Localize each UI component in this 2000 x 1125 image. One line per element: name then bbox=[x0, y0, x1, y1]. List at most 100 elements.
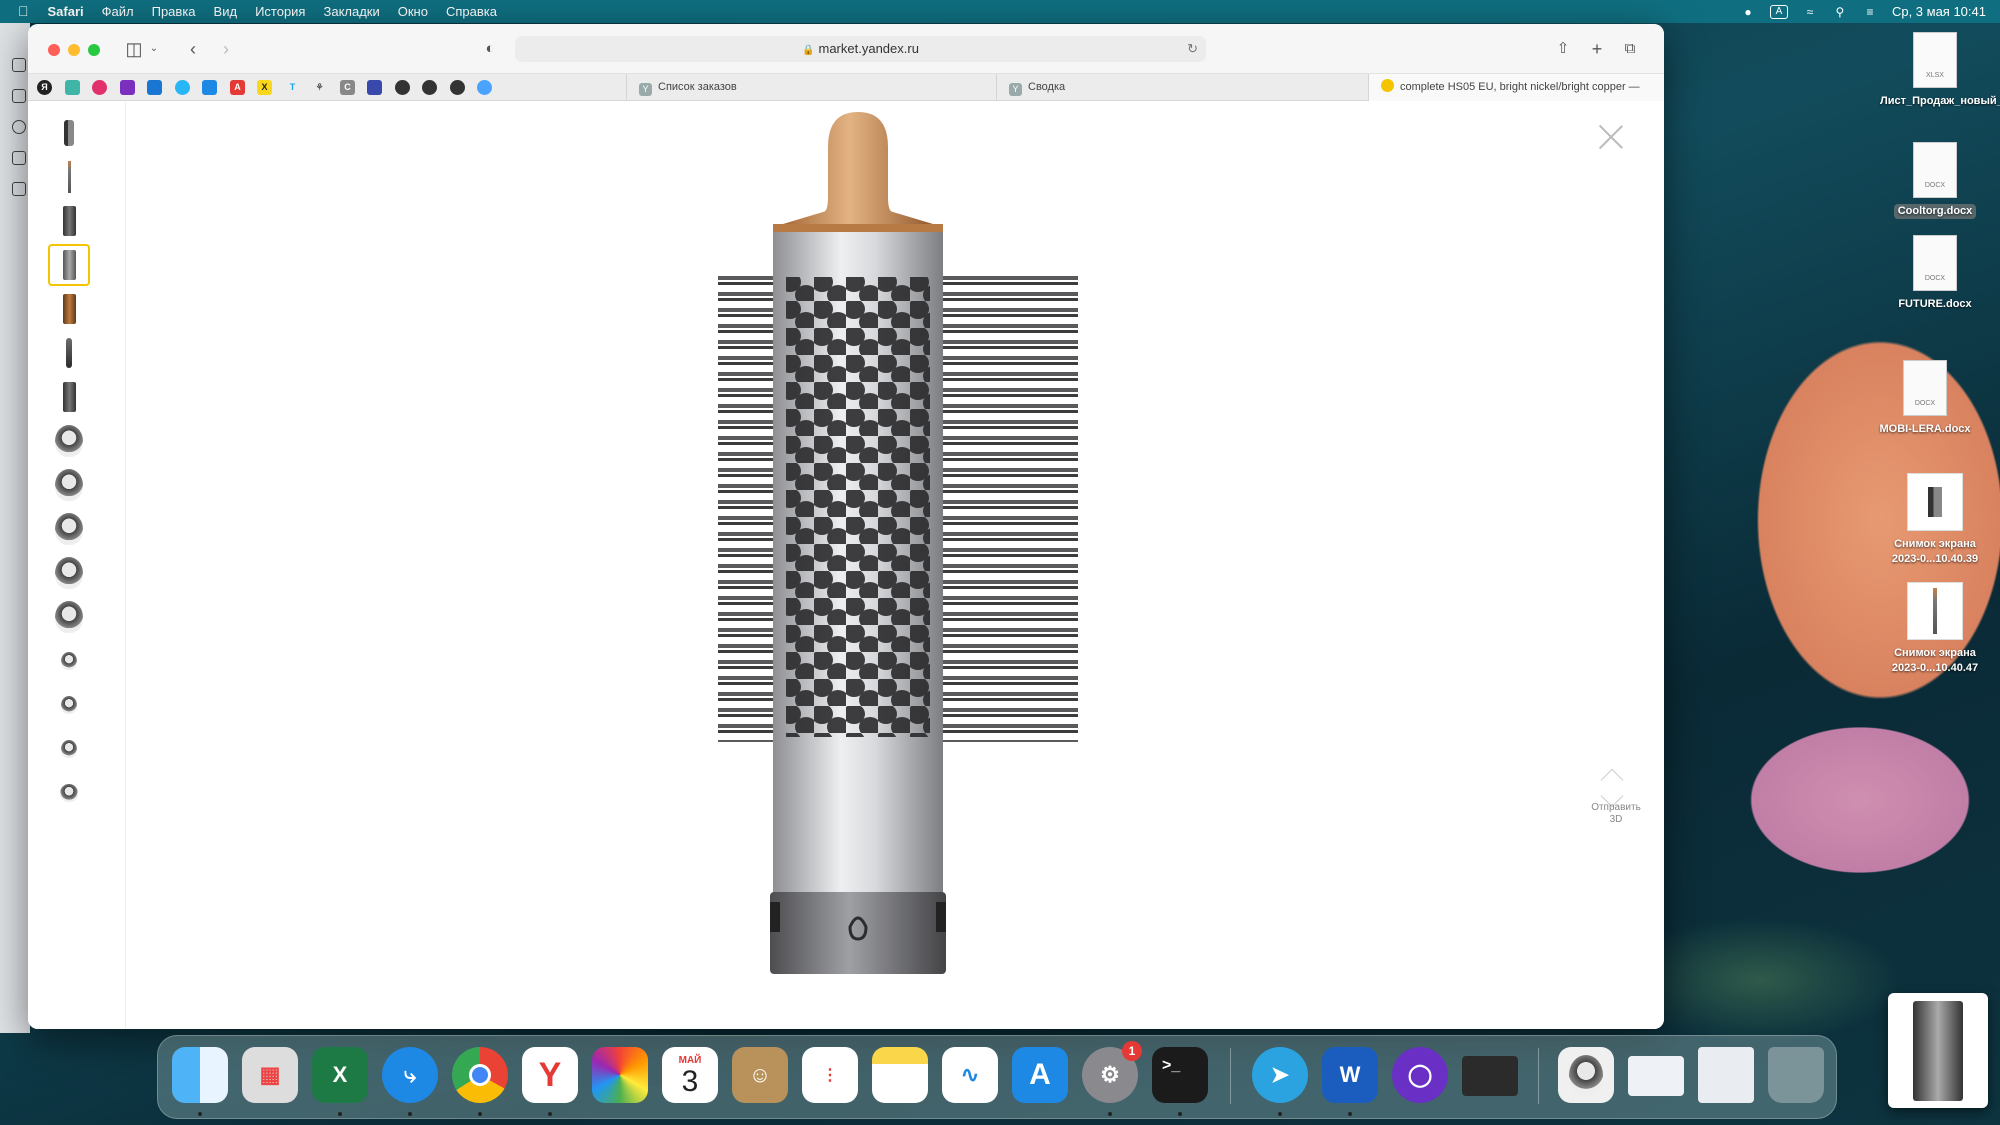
favorite-yandex-icon[interactable]: Я bbox=[37, 80, 52, 95]
finder-icon[interactable] bbox=[172, 1047, 228, 1103]
wifi-icon[interactable]: ≈ bbox=[1802, 5, 1818, 19]
thumbnail[interactable] bbox=[48, 596, 90, 638]
tab-orders[interactable]: Y Список заказов bbox=[626, 74, 996, 101]
menu-history[interactable]: История bbox=[246, 0, 314, 23]
desktop-screenshot-1[interactable]: Снимок экрана 2023-0...10.40.39 bbox=[1880, 473, 1990, 567]
input-source-indicator[interactable]: A bbox=[1769, 4, 1788, 19]
safari-icon[interactable]: ⤷ bbox=[382, 1047, 438, 1103]
system-settings-icon[interactable]: ⚙ 1 bbox=[1082, 1041, 1142, 1103]
close-viewer-icon[interactable] bbox=[1598, 124, 1624, 150]
back-button[interactable]: ‹ bbox=[183, 38, 203, 60]
tab-summary[interactable]: Y Сводка bbox=[996, 74, 1368, 101]
favorite-instagram-icon[interactable] bbox=[92, 80, 107, 95]
thumbnail[interactable] bbox=[48, 464, 90, 506]
tab-overview-icon[interactable]: ⧉ bbox=[1620, 38, 1640, 60]
menu-view[interactable]: Вид bbox=[205, 0, 247, 23]
thumbnail[interactable] bbox=[48, 508, 90, 550]
control-center-icon[interactable]: ≡ bbox=[1862, 5, 1878, 19]
menu-clock[interactable]: Ср, 3 мая 10:41 bbox=[1892, 4, 1986, 19]
thumbnail[interactable] bbox=[48, 332, 90, 374]
downloads-stack-icon[interactable] bbox=[1698, 1047, 1754, 1103]
thumbnail[interactable] bbox=[48, 728, 90, 770]
apple-menu-icon[interactable]:  bbox=[0, 0, 39, 23]
new-tab-button[interactable]: + bbox=[1587, 38, 1607, 60]
thumbnail[interactable] bbox=[48, 772, 90, 814]
favorite-c-icon[interactable]: C bbox=[340, 80, 355, 95]
doc-icon[interactable] bbox=[12, 89, 26, 103]
window-stack-icon[interactable] bbox=[1628, 1056, 1684, 1096]
address-bar[interactable]: 🔒 market.yandex.ru ↻ bbox=[515, 36, 1206, 62]
favorite-grid-icon[interactable] bbox=[367, 80, 382, 95]
privacy-shield-icon[interactable]: ◐ bbox=[480, 38, 500, 60]
favorite-raiffeisen-icon[interactable]: X bbox=[257, 80, 272, 95]
launchpad-icon[interactable]: ▦ bbox=[242, 1047, 298, 1103]
menu-help[interactable]: Справка bbox=[437, 0, 506, 23]
printer-icon[interactable] bbox=[1462, 1056, 1518, 1096]
app-store-icon[interactable]: A bbox=[1012, 1047, 1068, 1103]
favorite-mail-icon[interactable] bbox=[147, 80, 162, 95]
thumbnail[interactable] bbox=[48, 288, 90, 330]
menu-app-safari[interactable]: Safari bbox=[39, 0, 93, 23]
favorite-t-icon[interactable]: T bbox=[285, 80, 300, 95]
favorite-shop-icon[interactable] bbox=[120, 80, 135, 95]
menu-edit[interactable]: Правка bbox=[143, 0, 205, 23]
forward-button[interactable]: › bbox=[216, 38, 236, 60]
clock-icon[interactable] bbox=[12, 58, 26, 72]
excel-icon[interactable]: X bbox=[312, 1047, 368, 1103]
vpn-shield-icon[interactable]: ◯ bbox=[1392, 1047, 1448, 1103]
favorite-wb3-icon[interactable] bbox=[450, 80, 465, 95]
telegram-icon[interactable]: ➤ bbox=[1252, 1047, 1308, 1103]
thumbnail[interactable] bbox=[48, 640, 90, 682]
sidebar-toggle-icon[interactable]: ◫ bbox=[124, 38, 144, 60]
favorite-ozon-icon[interactable] bbox=[175, 80, 190, 95]
favorite-lines-icon[interactable] bbox=[202, 80, 217, 95]
close-window-button[interactable] bbox=[48, 44, 60, 56]
reload-icon[interactable]: ↻ bbox=[1187, 36, 1198, 62]
photos-icon[interactable] bbox=[592, 1047, 648, 1103]
thumbnail[interactable] bbox=[48, 200, 90, 242]
desktop-file-mobi-lera[interactable]: DOCX MOBI-LERA.docx bbox=[1870, 360, 1980, 437]
thumbnail[interactable] bbox=[48, 376, 90, 418]
minimize-window-button[interactable] bbox=[68, 44, 80, 56]
thumbnail-selected[interactable] bbox=[48, 244, 90, 286]
menu-window[interactable]: Окно bbox=[389, 0, 437, 23]
thumbnail[interactable] bbox=[48, 420, 90, 462]
send-3d-label[interactable]: Отправить 3D bbox=[1584, 802, 1648, 826]
thumbnail[interactable] bbox=[48, 684, 90, 726]
favorite-sheets-icon[interactable] bbox=[65, 80, 80, 95]
favorite-drops-icon[interactable] bbox=[477, 80, 492, 95]
photo-stack-icon[interactable] bbox=[1558, 1047, 1614, 1103]
desktop-file-cooltorg[interactable]: DOCX Cooltorg.docx bbox=[1880, 142, 1990, 219]
notes-icon[interactable] bbox=[872, 1047, 928, 1103]
favorite-crest-icon[interactable]: ⚘ bbox=[312, 80, 327, 95]
terminal-icon[interactable]: >_ bbox=[1152, 1047, 1208, 1103]
chrome-icon[interactable] bbox=[452, 1047, 508, 1103]
thumbnail[interactable] bbox=[48, 112, 90, 154]
calendar-icon[interactable]: МАЙ 3 bbox=[662, 1047, 718, 1103]
reminders-icon[interactable]: ⋮ bbox=[802, 1047, 858, 1103]
word-icon[interactable]: W bbox=[1322, 1047, 1378, 1103]
play-icon[interactable] bbox=[12, 120, 26, 134]
desktop-screenshot-2[interactable]: Снимок экрана 2023-0...10.40.47 bbox=[1880, 582, 1990, 676]
trash-icon[interactable] bbox=[1768, 1047, 1824, 1103]
favorite-alfa-icon[interactable]: A bbox=[230, 80, 245, 95]
desktop-file-future[interactable]: DOCX FUTURE.docx bbox=[1880, 235, 1990, 312]
menu-bookmarks[interactable]: Закладки bbox=[314, 0, 388, 23]
thumbnail[interactable] bbox=[48, 552, 90, 594]
share-icon[interactable]: ⇧ bbox=[1553, 38, 1573, 60]
creative-cloud-icon[interactable]: ● bbox=[1740, 5, 1756, 19]
zoom-window-button[interactable] bbox=[88, 44, 100, 56]
tab-product[interactable]: complete HS05 EU, bright nickel/bright c… bbox=[1368, 74, 1664, 120]
spotlight-search-icon[interactable]: ⚲ bbox=[1832, 5, 1848, 19]
favorite-wb2-icon[interactable] bbox=[422, 80, 437, 95]
contacts-icon[interactable]: ☺ bbox=[732, 1047, 788, 1103]
chevron-down-icon[interactable]: ⌄ bbox=[148, 38, 160, 60]
screenshot-preview-thumbnail[interactable] bbox=[1888, 993, 1988, 1108]
desktop-file-xlsx[interactable]: XLSX Лист_Продаж_новый_Ав...ный.xlsx bbox=[1880, 32, 2000, 109]
favorite-wb-icon[interactable] bbox=[395, 80, 410, 95]
screen-icon[interactable] bbox=[12, 182, 26, 196]
yandex-browser-icon[interactable]: Y bbox=[522, 1047, 578, 1103]
calendar-icon[interactable] bbox=[12, 151, 26, 165]
menu-file[interactable]: Файл bbox=[93, 0, 143, 23]
freeform-icon[interactable]: ∿ bbox=[942, 1047, 998, 1103]
